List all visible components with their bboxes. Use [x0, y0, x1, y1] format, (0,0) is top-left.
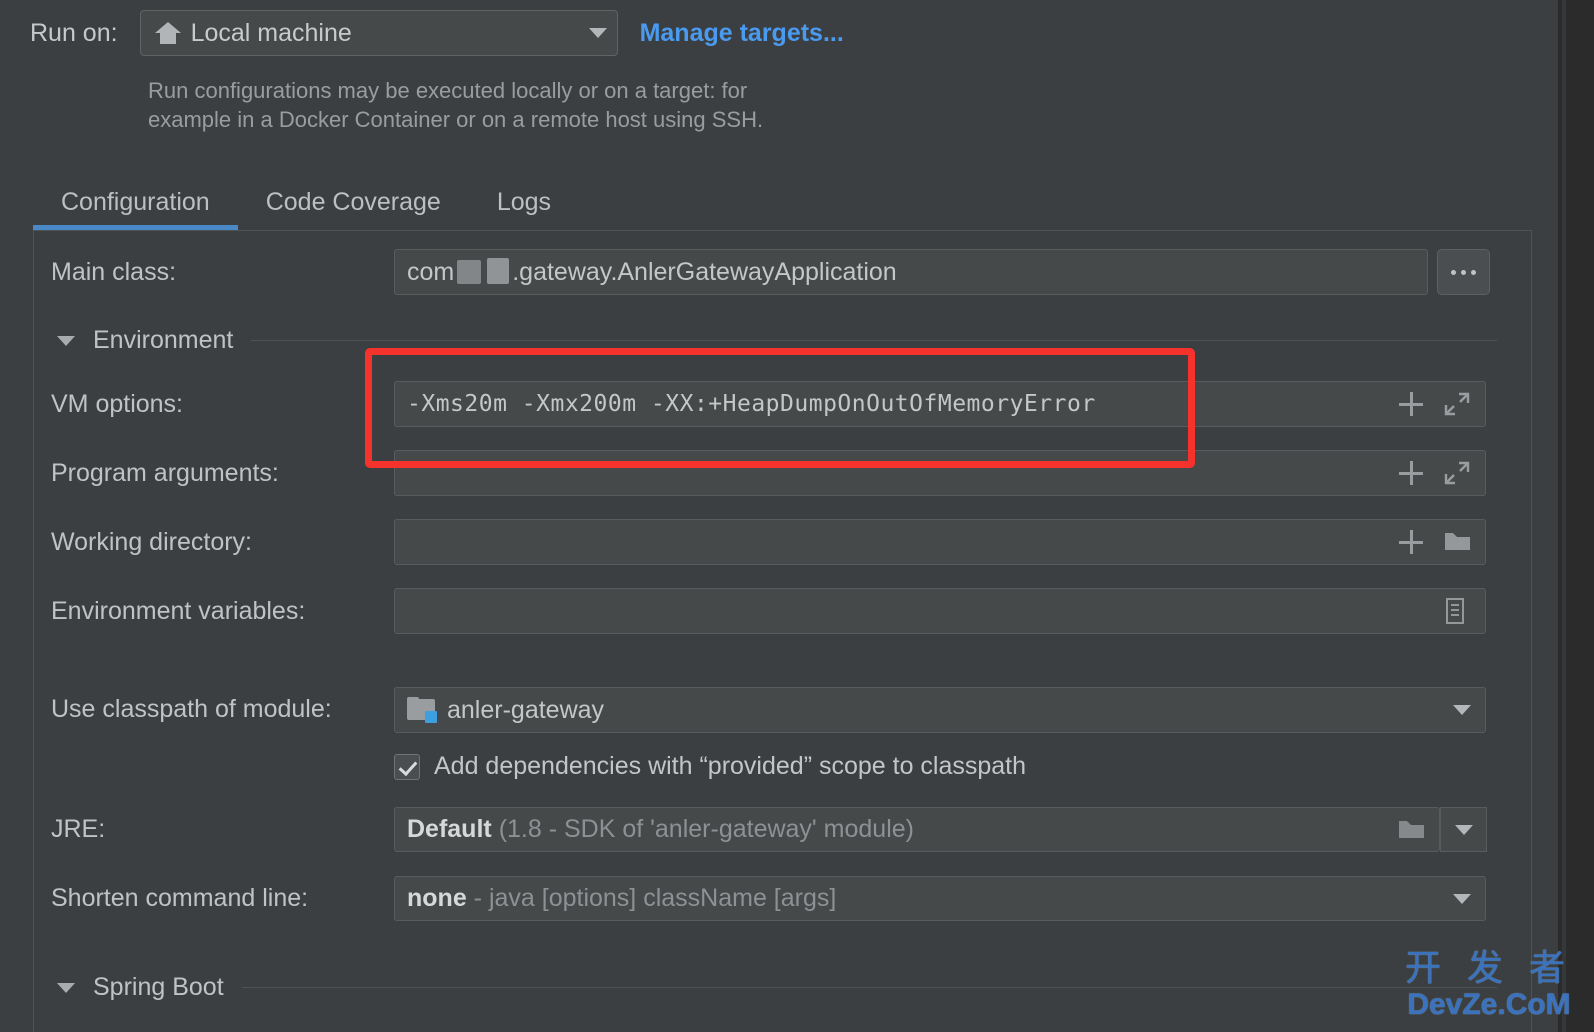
environment-variables-label: Environment variables:	[51, 597, 306, 625]
program-arguments-label: Program arguments:	[51, 459, 279, 487]
collapse-triangle-icon[interactable]	[57, 335, 75, 346]
jre-value-detail: (1.8 - SDK of 'anler-gateway' module)	[498, 815, 914, 843]
jre-value: Default (1.8 - SDK of 'anler-gateway' mo…	[407, 815, 1397, 844]
add-provided-dependencies-row[interactable]: Add dependencies with “provided” scope t…	[394, 752, 1026, 781]
folder-icon[interactable]	[1397, 816, 1425, 844]
environment-section-title: Environment	[93, 326, 234, 354]
watermark: 开 发 者 DevZe.CoM	[1396, 948, 1582, 1022]
program-arguments-input[interactable]	[394, 450, 1486, 496]
vm-options-value: -Xms20m -Xmx200m -XX:+HeapDumpOnOutOfMem…	[407, 391, 1096, 417]
shorten-command-line-adornments	[1453, 893, 1477, 904]
tab-bar: Configuration Code Coverage Logs	[33, 180, 579, 230]
program-arguments-adornments	[1397, 459, 1477, 487]
plus-icon[interactable]	[1397, 528, 1425, 556]
working-directory-input[interactable]	[394, 519, 1486, 565]
section-divider	[241, 987, 1497, 988]
run-on-selected-value: Local machine	[190, 18, 352, 47]
vm-options-input[interactable]: -Xms20m -Xmx200m -XX:+HeapDumpOnOutOfMem…	[394, 381, 1486, 427]
main-class-value: com .gateway.AnlerGatewayApplication	[407, 257, 1419, 287]
working-directory-label: Working directory:	[51, 528, 252, 556]
environment-variables-adornments	[1443, 597, 1477, 625]
vm-options-adornments	[1397, 390, 1477, 418]
classpath-module-value: anler-gateway	[447, 695, 605, 724]
home-icon	[154, 21, 181, 45]
run-on-hint: Run configurations may be executed local…	[148, 76, 868, 134]
spring-boot-section-title: Spring Boot	[93, 973, 224, 1001]
shorten-value-strong: none	[407, 884, 467, 912]
expand-icon[interactable]	[1443, 390, 1471, 418]
run-configuration-dialog: Run on: Local machine Manage targets... …	[0, 0, 1594, 1032]
chevron-down-icon[interactable]	[1453, 705, 1471, 715]
expand-icon[interactable]	[1443, 459, 1471, 487]
redacted-block-2	[487, 257, 510, 284]
tab-configuration[interactable]: Configuration	[33, 180, 238, 230]
ellipsis-dot	[1461, 269, 1466, 275]
plus-icon[interactable]	[1397, 459, 1425, 487]
tab-logs[interactable]: Logs	[469, 180, 579, 230]
scrollbar-thumb[interactable]	[1562, 0, 1566, 1032]
jre-dropdown[interactable]: Default (1.8 - SDK of 'anler-gateway' mo…	[394, 807, 1440, 852]
jre-dropdown-arrow-button[interactable]	[1440, 807, 1487, 852]
vm-options-label: VM options:	[51, 390, 184, 418]
watermark-line-1: 开 发 者	[1404, 947, 1573, 988]
shorten-value-space	[467, 884, 474, 912]
manage-targets-link[interactable]: Manage targets...	[640, 19, 844, 48]
module-folder-icon	[407, 697, 437, 723]
shorten-command-line-dropdown[interactable]: none - java [options] className [args]	[394, 876, 1486, 921]
chevron-down-icon	[1454, 824, 1473, 835]
ellipsis-dot	[1471, 269, 1476, 275]
run-on-target-dropdown[interactable]: Local machine	[139, 10, 618, 56]
classpath-module-dropdown[interactable]: anler-gateway	[394, 687, 1486, 733]
redacted-block-1	[457, 259, 482, 284]
classpath-module-adornments	[1453, 705, 1477, 715]
working-directory-adornments	[1397, 528, 1477, 556]
document-icon[interactable]	[1443, 597, 1471, 625]
add-provided-dependencies-checkbox[interactable]	[394, 753, 420, 780]
spring-boot-section-header[interactable]: Spring Boot	[57, 973, 1497, 1002]
shorten-value-detail: - java [options] className [args]	[473, 884, 837, 912]
main-class-label: Main class:	[51, 258, 177, 286]
jre-label: JRE:	[51, 815, 106, 843]
run-on-hint-line1: Run configurations may be executed local…	[148, 78, 748, 103]
tab-code-coverage[interactable]: Code Coverage	[238, 180, 469, 230]
shorten-command-line-value: none - java [options] className [args]	[407, 884, 1453, 913]
section-divider	[251, 340, 1497, 341]
main-class-suffix: .gateway.AnlerGatewayApplication	[512, 257, 897, 286]
classpath-module-label: Use classpath of module:	[51, 695, 332, 723]
jre-value-strong: Default	[407, 815, 492, 843]
main-class-input[interactable]: com .gateway.AnlerGatewayApplication	[394, 249, 1428, 295]
run-on-label: Run on:	[30, 18, 118, 47]
main-class-prefix: com	[407, 257, 455, 286]
plus-icon[interactable]	[1397, 390, 1425, 418]
folder-icon[interactable]	[1443, 528, 1471, 556]
run-on-hint-line2: example in a Docker Container or on a re…	[148, 107, 764, 132]
watermark-line-2: DevZe.CoM	[1407, 988, 1571, 1021]
ellipsis-dot	[1451, 269, 1456, 275]
add-provided-dependencies-label: Add dependencies with “provided” scope t…	[434, 752, 1027, 780]
chevron-down-icon[interactable]	[1453, 893, 1471, 904]
shorten-command-line-label: Shorten command line:	[51, 884, 309, 912]
jre-value-dim	[492, 815, 499, 843]
chevron-down-icon[interactable]	[588, 28, 607, 38]
jre-adornments	[1397, 816, 1431, 844]
run-on-row: Run on: Local machine Manage targets...	[30, 10, 844, 56]
scrollbar-track[interactable]	[1558, 0, 1594, 1032]
main-class-browse-button[interactable]	[1437, 249, 1490, 295]
environment-variables-input[interactable]	[394, 588, 1486, 634]
collapse-triangle-icon[interactable]	[57, 982, 75, 993]
environment-section-header[interactable]: Environment	[57, 326, 1497, 355]
